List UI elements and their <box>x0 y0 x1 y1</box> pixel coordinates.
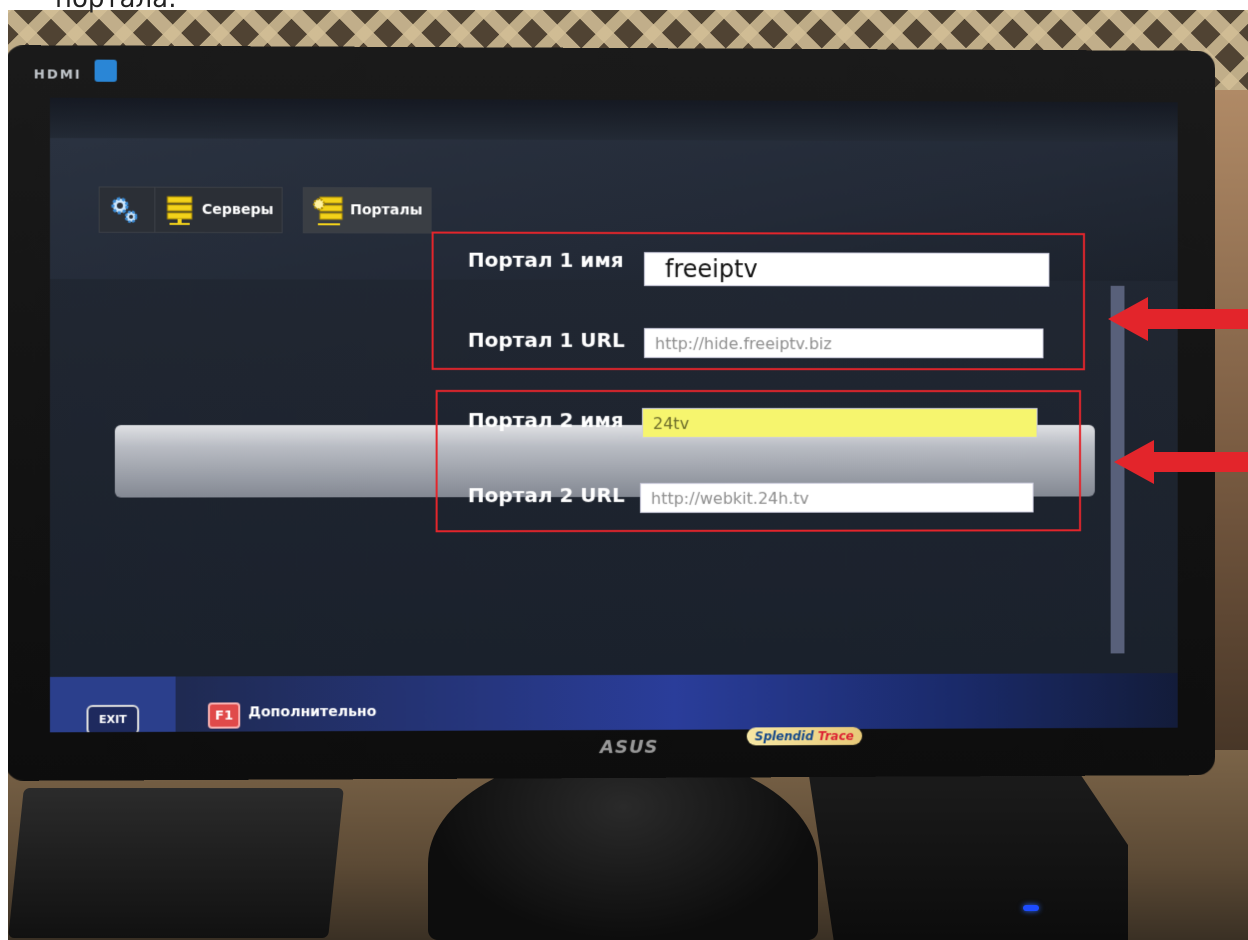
tab-servers-label: Серверы <box>201 201 274 219</box>
portal-1-url-label: Портал 1 URL <box>467 327 625 353</box>
tab-settings[interactable] <box>98 186 156 233</box>
portal-1-name-label: Портал 1 имя <box>467 247 624 273</box>
portal-2-url-label: Портал 2 URL <box>467 482 625 508</box>
portal-2-name-label: Портал 2 имя <box>467 407 624 433</box>
photo: HDMI Серверы Порталы Портал 1 имя freeip… <box>8 10 1248 940</box>
arrow-left-icon <box>1114 440 1248 484</box>
energy-star-icon <box>94 59 117 82</box>
hdmi-label: HDMI <box>33 67 82 83</box>
router-box-right <box>808 750 1128 940</box>
arrow-left-icon <box>1108 297 1248 341</box>
sticker-part1: Splendid <box>754 729 814 744</box>
monitor: HDMI Серверы Порталы Портал 1 имя freeip… <box>8 45 1216 781</box>
portal-server-icon <box>312 194 344 226</box>
bottom-bar: EXIT F1 Дополнительно <box>49 673 1178 733</box>
portal-2-url-field[interactable]: http://webkit.24h.tv <box>639 482 1034 513</box>
portal-2-name-field[interactable]: 24tv <box>641 408 1038 438</box>
set-top-box-left <box>8 788 344 938</box>
tab-portals[interactable]: Порталы <box>302 187 432 234</box>
tv-screen: Серверы Порталы Портал 1 имя freeiptv По… <box>49 97 1178 733</box>
portal-1-url-field[interactable]: http://hide.freeiptv.biz <box>643 328 1044 359</box>
portal-1-name-field[interactable]: freeiptv <box>643 252 1050 287</box>
f1-key-icon[interactable]: F1 <box>207 702 241 729</box>
screen-topbar <box>49 97 1178 143</box>
gear-icon <box>108 194 140 226</box>
tab-portals-label: Порталы <box>350 202 423 219</box>
exit-button[interactable]: EXIT <box>49 676 176 733</box>
caption-top: портала: <box>55 0 177 14</box>
f1-label: Дополнительно <box>248 703 377 721</box>
exit-key-icon: EXIT <box>86 704 140 733</box>
sticker-part2: Trace <box>817 729 854 744</box>
server-icon <box>163 194 195 226</box>
power-led <box>1023 905 1039 911</box>
splendid-sticker: Splendid Trace <box>746 726 862 746</box>
asus-logo: ASUS <box>600 736 659 759</box>
tab-servers[interactable]: Серверы <box>154 186 283 234</box>
